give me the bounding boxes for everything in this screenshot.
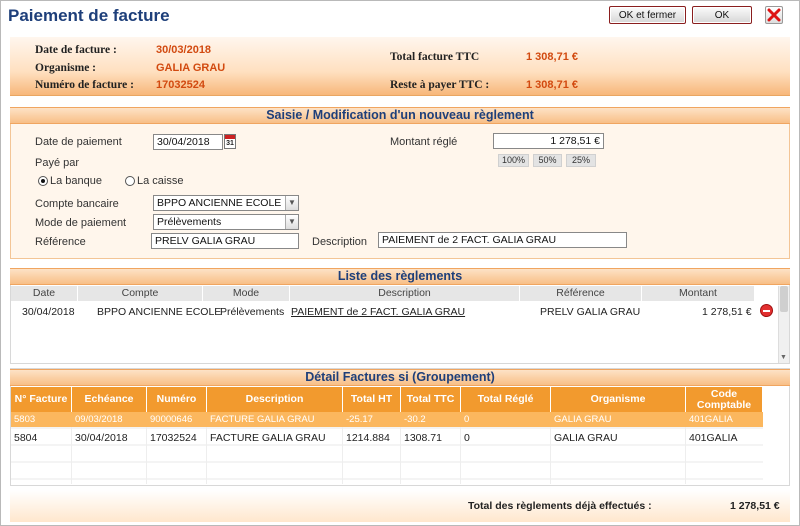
d2-nfacture: 5804 <box>14 432 38 444</box>
table-row-selected[interactable] <box>11 412 763 427</box>
calendar-icon[interactable]: 31 <box>224 134 236 149</box>
d2-total-ttc: 1308.71 <box>404 432 442 444</box>
compte-select-value: BPPO ANCIENNE ECOLE <box>157 197 282 209</box>
d1-total-ttc: -30.2 <box>404 414 426 425</box>
mode-select[interactable]: Prélèvements ▼ <box>153 214 299 230</box>
invoice-date-value: 30/03/2018 <box>156 44 212 56</box>
pct-25-button[interactable]: 25% <box>566 154 596 167</box>
ok-close-button[interactable]: OK et fermer <box>609 6 686 24</box>
chevron-down-icon: ▼ <box>285 215 298 229</box>
d2-description: FACTURE GALIA GRAU <box>210 432 326 444</box>
reference-input[interactable]: PRELV GALIA GRAU <box>151 233 299 249</box>
radio-caisse-label: La caisse <box>137 175 184 187</box>
d1-total-ht: -25.17 <box>346 414 373 425</box>
invoice-detail-title: Détail Factures si (Groupement) <box>10 369 790 386</box>
row-date: 30/04/2018 <box>22 306 75 318</box>
delete-icon[interactable] <box>760 304 773 317</box>
invoice-date-label: Date de facture : <box>35 44 117 56</box>
compte-select[interactable]: BPPO ANCIENNE ECOLE ▼ <box>153 195 299 211</box>
d1-description: FACTURE GALIA GRAU <box>210 414 315 425</box>
dialog-title: Paiement de facture <box>8 6 170 25</box>
d1-numero: 90000646 <box>150 414 193 425</box>
description-label: Description <box>312 236 368 248</box>
invoice-number-value: 17032524 <box>156 79 205 91</box>
radio-banque-label: La banque <box>50 175 102 187</box>
row-description-link[interactable]: PAIEMENT de 2 FACT. GALIA GRAU <box>291 306 465 318</box>
col-header-reference: Référence <box>520 286 642 301</box>
dcol-header-total-ht: Total HT <box>343 387 401 412</box>
montant-input[interactable]: 1 278,51 € <box>493 133 604 149</box>
d1-echeance: 09/03/2018 <box>75 414 123 425</box>
radio-caisse[interactable] <box>125 176 135 186</box>
close-icon[interactable] <box>765 6 783 24</box>
dcol-header-code-comptable: Code Comptable <box>686 387 763 412</box>
payment-date-label: Date de paiement <box>35 136 122 148</box>
organisme-value: GALIA GRAU <box>156 62 226 74</box>
dcol-header-organisme: Organisme <box>551 387 686 412</box>
footer-bar <box>10 490 790 522</box>
payments-list-title: Liste des règlements <box>10 268 790 285</box>
row-montant: 1 278,51 € <box>702 306 752 318</box>
organisme-label: Organisme : <box>35 62 97 74</box>
dcol-header-nfacture: N° Facture <box>11 387 72 412</box>
row-mode: Prélèvements <box>220 306 285 318</box>
d1-organisme: GALIA GRAU <box>554 414 612 425</box>
dcol-header-numero: Numéro <box>147 387 207 412</box>
col-header-compte: Compte <box>78 286 203 301</box>
radio-banque[interactable] <box>38 176 48 186</box>
pct-50-button[interactable]: 50% <box>533 154 562 167</box>
col-header-date: Date <box>11 286 78 301</box>
pct-100-button[interactable]: 100% <box>498 154 529 167</box>
payment-date-input[interactable]: 30/04/2018 <box>153 134 223 150</box>
reste-label: Reste à payer TTC : <box>390 79 490 91</box>
d2-echeance: 30/04/2018 <box>75 432 128 444</box>
compte-label: Compte bancaire <box>35 198 119 210</box>
reste-value: 1 308,71 € <box>526 79 578 91</box>
d1-code: 401GALIA <box>689 414 733 425</box>
description-input[interactable]: PAIEMENT de 2 FACT. GALIA GRAU <box>378 232 627 248</box>
d2-total-regle: 0 <box>464 432 470 444</box>
d1-nfacture: 5803 <box>14 414 36 425</box>
dcol-header-echeance: Echéance <box>72 387 147 412</box>
mode-select-value: Prélèvements <box>157 216 222 228</box>
paye-par-label: Payé par <box>35 157 80 169</box>
invoice-number-label: Numéro de facture : <box>35 79 134 91</box>
d2-numero: 17032524 <box>150 432 197 444</box>
d2-organisme: GALIA GRAU <box>554 432 618 444</box>
total-ttc-label: Total facture TTC <box>390 51 480 63</box>
d2-code: 401GALIA <box>689 432 738 444</box>
col-header-description: Description <box>290 286 520 301</box>
row-reference: PRELV GALIA GRAU <box>540 306 641 318</box>
payment-form-title: Saisie / Modification d'un nouveau règle… <box>10 107 790 124</box>
dcol-header-description: Description <box>207 387 343 412</box>
footer-total-value: 1 278,51 € <box>730 500 780 512</box>
footer-total-label: Total des règlements déjà effectués : <box>468 500 652 512</box>
chevron-down-icon: ▼ <box>285 196 298 210</box>
row-compte: BPPO ANCIENNE ECOLE <box>97 306 222 318</box>
montant-label: Montant réglé <box>390 136 458 148</box>
col-header-montant: Montant <box>642 286 755 301</box>
dcol-header-total-regle: Total Réglé <box>461 387 551 412</box>
dcol-header-total-ttc: Total TTC <box>401 387 461 412</box>
col-header-mode: Mode <box>203 286 290 301</box>
total-ttc-value: 1 308,71 € <box>526 51 578 63</box>
ok-button[interactable]: OK <box>692 6 752 24</box>
reference-label: Référence <box>35 236 86 248</box>
list-scrollbar[interactable]: ▼ <box>778 286 789 363</box>
mode-label: Mode de paiement <box>35 217 127 229</box>
d2-total-ht: 1214.884 <box>346 432 390 444</box>
d1-total-regle: 0 <box>464 414 470 425</box>
